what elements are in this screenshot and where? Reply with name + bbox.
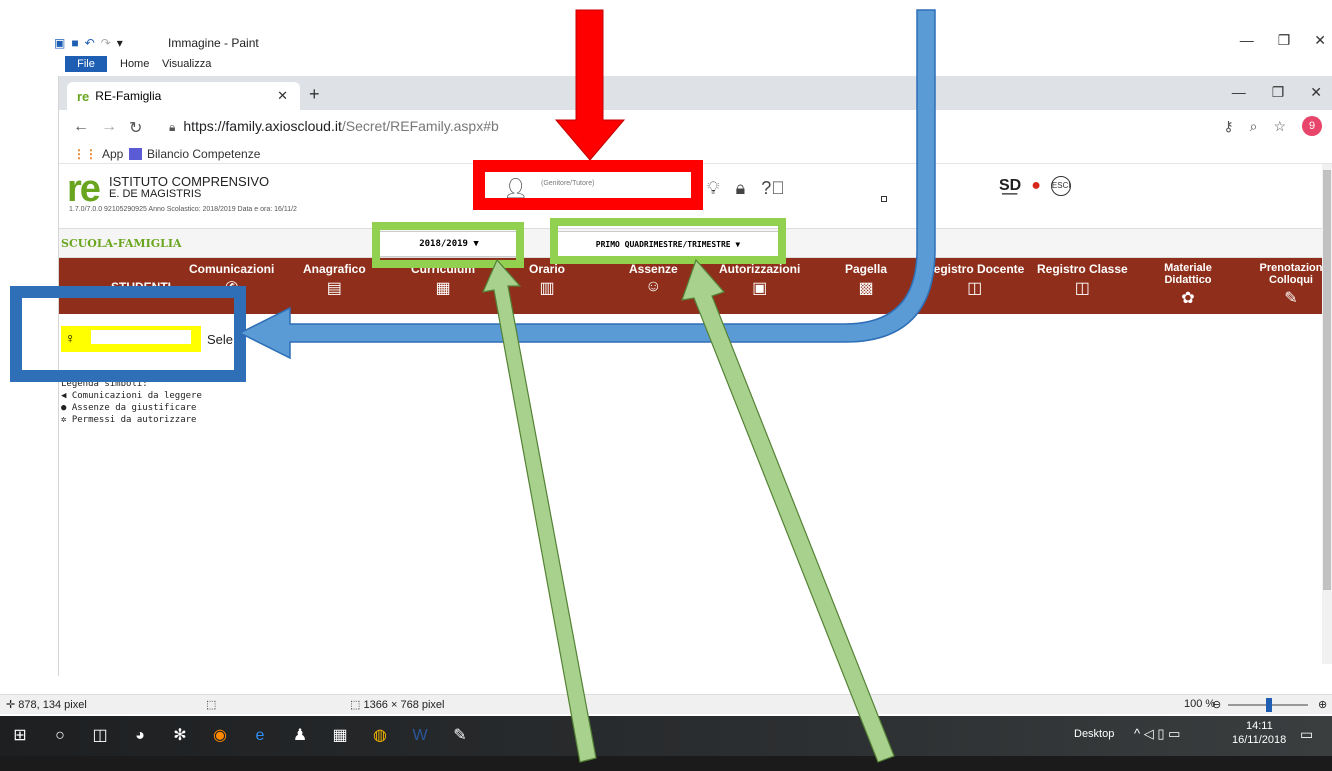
- annotation-arrows: [238, 9, 936, 763]
- red-arrow: [554, 9, 626, 161]
- screenshot-root: ▣ ■ ↶ ↷ ▾ Immagine - Paint — ❐ ✕ File Ho…: [0, 0, 1332, 771]
